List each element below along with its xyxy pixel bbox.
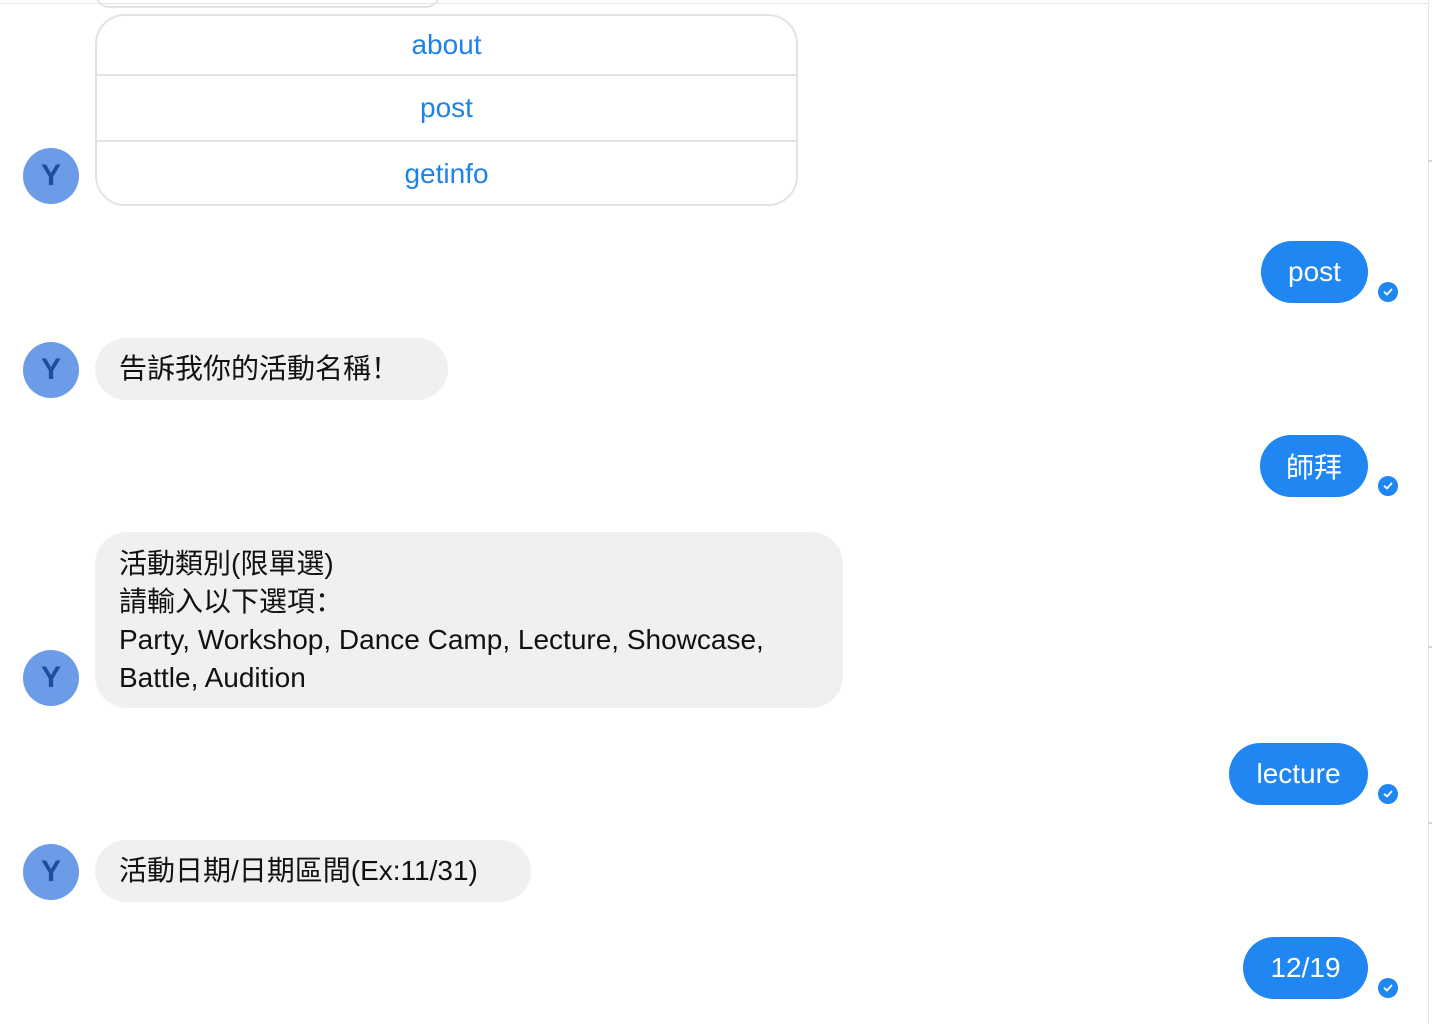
menu-option-post[interactable]: post (97, 74, 796, 140)
scrollbar-tick (1428, 160, 1432, 162)
scrollbar-tick (1428, 646, 1432, 648)
avatar-letter: Y (40, 353, 61, 386)
user-message: 師拜 (1260, 435, 1368, 497)
quick-reply-menu: about post getinfo (95, 14, 798, 206)
user-message: 12/19 (1243, 937, 1368, 999)
bot-avatar[interactable]: Y (23, 844, 79, 900)
check-circle-icon (1378, 784, 1398, 804)
check-circle-icon (1378, 282, 1398, 302)
avatar-letter: Y (40, 661, 61, 694)
message-text: 告訴我你的活動名稱！ (119, 353, 400, 384)
scrollbar-tick (1428, 822, 1432, 824)
check-circle-icon (1378, 476, 1398, 496)
bot-message: 活動類別(限單選) 請輸入以下選項： Party, Workshop, Danc… (95, 532, 843, 708)
bot-message: 活動日期/日期區間(Ex:11/31) (95, 840, 531, 902)
scrollbar-track[interactable] (1428, 0, 1429, 1024)
message-text-line: Battle, Audition (119, 662, 306, 693)
avatar-letter: Y (40, 855, 61, 888)
menu-option-getinfo[interactable]: getinfo (97, 140, 796, 204)
bot-avatar[interactable]: Y (23, 342, 79, 398)
check-circle-icon (1378, 978, 1398, 998)
menu-option-about[interactable]: about (97, 16, 796, 74)
user-message: lecture (1229, 743, 1368, 805)
message-text: 活動日期/日期區間(Ex:11/31) (119, 855, 478, 886)
previous-message-edge (95, 0, 440, 8)
message-text-line: Party, Workshop, Dance Camp, Lecture, Sh… (119, 624, 764, 655)
message-text-line: 請輸入以下選項： (119, 586, 344, 617)
message-text-line: 活動類別(限單選) (119, 548, 334, 579)
avatar-letter: Y (40, 159, 61, 192)
bot-message: 告訴我你的活動名稱！ (95, 338, 448, 400)
bot-avatar[interactable]: Y (23, 650, 79, 706)
bot-avatar[interactable]: Y (23, 148, 79, 204)
user-message: post (1261, 241, 1368, 303)
